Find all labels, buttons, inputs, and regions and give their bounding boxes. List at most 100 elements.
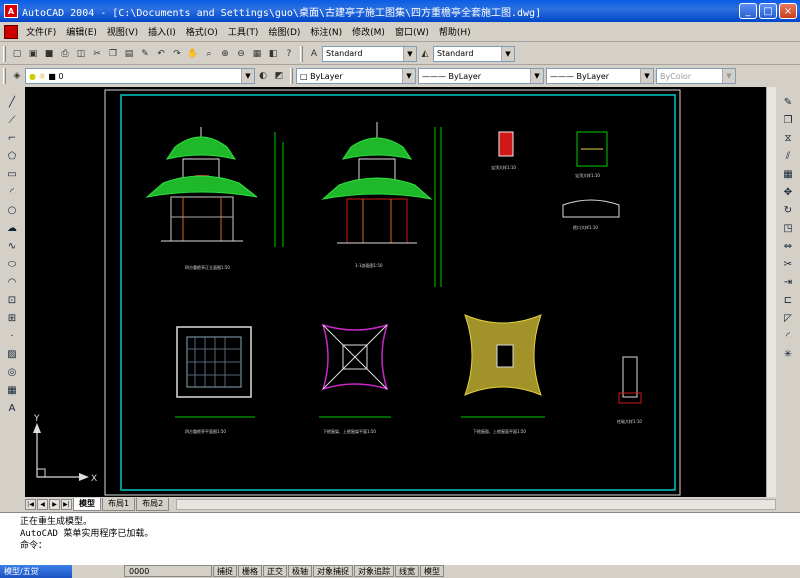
redo-icon[interactable]: ↷ <box>169 46 185 62</box>
model-toggle[interactable]: 模型 <box>420 565 444 577</box>
command-prompt[interactable]: 命令： <box>20 540 800 552</box>
lineweight-toggle[interactable]: 线宽 <box>395 565 419 577</box>
rectangle-icon[interactable]: ▭ <box>4 166 20 182</box>
otrack-toggle[interactable]: 对象追踪 <box>354 565 394 577</box>
fillet-icon[interactable]: ◜ <box>780 328 796 344</box>
stretch-icon[interactable]: ⇔ <box>780 238 796 254</box>
region-icon[interactable]: ◎ <box>4 364 20 380</box>
toolbar-grip[interactable] <box>300 45 303 62</box>
point-icon[interactable]: · <box>4 328 20 344</box>
menu-window[interactable]: 窗口(W) <box>390 25 434 38</box>
trim-icon[interactable]: ✂ <box>780 256 796 272</box>
tab-layout2[interactable]: 布局2 <box>136 497 170 511</box>
chamfer-icon[interactable]: ◸ <box>780 310 796 326</box>
menu-draw[interactable]: 绘图(D) <box>263 25 305 38</box>
prev-tab-button[interactable]: ◀ <box>37 498 48 510</box>
insert-block-icon[interactable]: ⊡ <box>4 292 20 308</box>
spline-icon[interactable]: ∿ <box>4 238 20 254</box>
array-icon[interactable]: ▦ <box>780 166 796 182</box>
mirror-icon[interactable]: ⧖ <box>780 130 796 146</box>
last-tab-button[interactable]: ▶| <box>61 498 72 510</box>
undo-icon[interactable]: ↶ <box>153 46 169 62</box>
help-icon[interactable]: ? <box>281 46 297 62</box>
minimize-button[interactable]: _ <box>739 3 757 19</box>
menu-insert[interactable]: 插入(I) <box>143 25 181 38</box>
toolbar-grip[interactable] <box>3 45 6 62</box>
pan-icon[interactable]: ✋ <box>185 46 201 62</box>
menu-format[interactable]: 格式(O) <box>181 25 223 38</box>
menu-help[interactable]: 帮助(H) <box>434 25 476 38</box>
chevron-down-icon[interactable]: ▼ <box>501 46 514 61</box>
plotstyle-select[interactable]: ByColor ▼ <box>656 68 736 84</box>
erase-icon[interactable]: ✎ <box>780 94 796 110</box>
polar-toggle[interactable]: 极轴 <box>288 565 312 577</box>
save-icon[interactable]: ■ <box>41 46 57 62</box>
design-center-icon[interactable]: ◧ <box>265 46 281 62</box>
cut-icon[interactable]: ✂ <box>89 46 105 62</box>
menu-tools[interactable]: 工具(T) <box>223 25 264 38</box>
offset-icon[interactable]: ⫽ <box>780 148 796 164</box>
grid-toggle[interactable]: 栅格 <box>238 565 262 577</box>
polyline-icon[interactable]: ⌐ <box>4 130 20 146</box>
menu-dimension[interactable]: 标注(N) <box>305 25 347 38</box>
paste-icon[interactable]: ▤ <box>121 46 137 62</box>
lineweight-select[interactable]: ——— ByLayer ▼ <box>546 68 654 84</box>
chevron-down-icon[interactable]: ▼ <box>241 69 254 83</box>
maximize-button[interactable]: □ <box>759 3 777 19</box>
copy-object-icon[interactable]: ❐ <box>780 112 796 128</box>
text-style-select[interactable]: Standard ▼ <box>322 45 417 62</box>
layer-previous-icon[interactable]: ◩ <box>271 68 287 84</box>
ellipse-arc-icon[interactable]: ◠ <box>4 274 20 290</box>
zoom-window-icon[interactable]: ⊕ <box>217 46 233 62</box>
horizontal-scrollbar[interactable] <box>176 498 776 510</box>
vertical-scrollbar[interactable] <box>766 87 776 497</box>
zoom-realtime-icon[interactable]: ⌕ <box>201 46 217 62</box>
arc-icon[interactable]: ◜ <box>4 184 20 200</box>
snap-toggle[interactable]: 捕捉 <box>213 565 237 577</box>
revision-cloud-icon[interactable]: ☁ <box>4 220 20 236</box>
match-properties-icon[interactable]: ✎ <box>137 46 153 62</box>
toolbar-grip[interactable] <box>3 68 6 84</box>
first-tab-button[interactable]: |◀ <box>25 498 36 510</box>
properties-icon[interactable]: ▦ <box>249 46 265 62</box>
ortho-toggle[interactable]: 正交 <box>263 565 287 577</box>
dim-style-select[interactable]: Standard ▼ <box>433 45 515 62</box>
chevron-down-icon[interactable]: ▼ <box>402 69 415 83</box>
hatch-icon[interactable]: ▨ <box>4 346 20 362</box>
scale-icon[interactable]: ◳ <box>780 220 796 236</box>
layer-select[interactable]: ● ☼ ■ 0 ▼ <box>25 68 255 84</box>
break-icon[interactable]: ⊏ <box>780 292 796 308</box>
menu-edit[interactable]: 编辑(E) <box>61 25 102 38</box>
zoom-previous-icon[interactable]: ⊖ <box>233 46 249 62</box>
linetype-select[interactable]: ——— ByLayer ▼ <box>418 68 544 84</box>
ellipse-icon[interactable]: ⬭ <box>4 256 20 272</box>
move-icon[interactable]: ✥ <box>780 184 796 200</box>
taskbar-button[interactable]: 模型/五觉 <box>0 564 72 578</box>
menu-file[interactable]: 文件(F) <box>21 25 61 38</box>
drawing-canvas[interactable]: 四方重檐亭正立面图1:50 1-1剖面图1:50 宝顶大样1:10 宝顶大样1:… <box>25 87 767 497</box>
line-icon[interactable]: ╱ <box>4 94 20 110</box>
menu-view[interactable]: 视图(V) <box>102 25 143 38</box>
toolbar-grip[interactable] <box>290 68 293 84</box>
command-window[interactable]: 正在重生成模型。 AutoCAD 菜单实用程序已加载。 命令： <box>0 512 800 564</box>
next-tab-button[interactable]: ▶ <box>49 498 60 510</box>
print-icon[interactable]: ⎙ <box>57 46 73 62</box>
rotate-icon[interactable]: ↻ <box>780 202 796 218</box>
document-icon[interactable] <box>4 24 18 39</box>
close-button[interactable]: × <box>779 3 797 19</box>
layer-manager-icon[interactable]: ◈ <box>9 68 25 84</box>
osnap-toggle[interactable]: 对象捕捉 <box>313 565 353 577</box>
chevron-down-icon[interactable]: ▼ <box>530 69 543 83</box>
preview-icon[interactable]: ◫ <box>73 46 89 62</box>
chevron-down-icon[interactable]: ▼ <box>722 69 735 83</box>
chevron-down-icon[interactable]: ▼ <box>403 46 416 61</box>
construction-line-icon[interactable]: ⟋ <box>4 112 20 128</box>
make-block-icon[interactable]: ⊞ <box>4 310 20 326</box>
chevron-down-icon[interactable]: ▼ <box>640 69 653 83</box>
color-select[interactable]: □ ByLayer ▼ <box>296 68 416 84</box>
explode-icon[interactable]: ✳ <box>780 346 796 362</box>
coordinate-display[interactable]: 0000 <box>124 565 212 577</box>
polygon-icon[interactable]: ⬠ <box>4 148 20 164</box>
tab-layout1[interactable]: 布局1 <box>102 497 136 511</box>
menu-modify[interactable]: 修改(M) <box>347 25 390 38</box>
